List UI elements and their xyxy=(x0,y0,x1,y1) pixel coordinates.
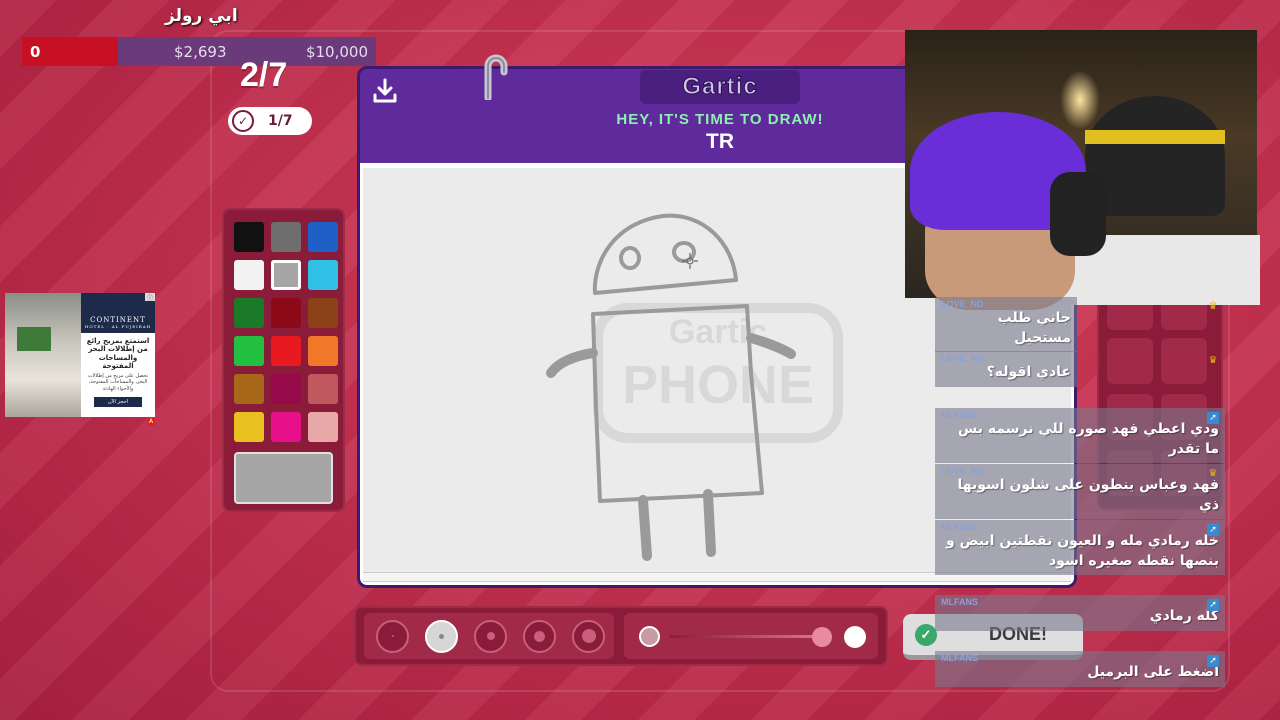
chat-username[interactable]: LOVE_ND xyxy=(941,299,1071,309)
players-done-counter: ✓ 1/7 xyxy=(228,107,312,135)
color-swatch[interactable] xyxy=(234,222,264,252)
chat-message: LOVE_ND جاني طلب مستحيل ♛ xyxy=(935,297,1217,353)
chat-text: جاني طلب مستحيل xyxy=(997,310,1071,346)
current-color-swatch[interactable] xyxy=(234,452,333,504)
color-palette xyxy=(222,208,345,512)
color-swatch[interactable] xyxy=(234,260,264,290)
binder-ring-icon xyxy=(478,50,510,102)
color-swatch[interactable] xyxy=(271,260,301,290)
streamer-name: ابي رولز xyxy=(165,6,238,26)
ad-logo: CONTINENT HOTEL · AL FUJEIRAH xyxy=(81,293,155,333)
crown-icon: ♛ xyxy=(1208,468,1218,479)
check-icon: ✓ xyxy=(915,623,937,646)
color-swatch[interactable] xyxy=(234,374,264,404)
chat-message: MLFANS خله رمادي مله و العيون نقطتين ابيض… xyxy=(935,520,1225,576)
subscriber-icon: ➚ xyxy=(1207,655,1219,667)
ad-photo xyxy=(5,293,81,417)
chat-message: MLFANS كله رمادي ➚ xyxy=(935,595,1225,631)
brush-size-button[interactable] xyxy=(523,619,556,653)
crown-icon: ♛ xyxy=(1208,355,1218,366)
brush-size-dot xyxy=(581,629,596,643)
chat-message: LOVE_ND فهد وعباس ينطون على شلون اسويها ذ… xyxy=(935,464,1225,520)
brush-size-button[interactable] xyxy=(425,619,458,653)
chat-message: MLFANS ودي اعطي فهد صوره للي نرسمه بس ما … xyxy=(935,408,1225,464)
color-swatch[interactable] xyxy=(308,222,338,252)
subscriber-icon: ➚ xyxy=(1207,599,1219,611)
color-swatch[interactable] xyxy=(308,336,338,366)
brush-size-picker xyxy=(364,613,614,659)
sidebar-ad[interactable]: CONTINENT HOTEL · AL FUJEIRAH استمتع بمز… xyxy=(5,293,155,417)
opacity-max-icon[interactable] xyxy=(844,626,866,648)
ad-badge: A xyxy=(147,418,155,426)
webcam-helmet-stripe xyxy=(1085,130,1225,144)
watermark-top: Gartic xyxy=(669,313,767,351)
chat-text: فهد وعباس ينطون على شلون اسويها ذي xyxy=(957,477,1219,513)
round-counter: 2/7 xyxy=(240,56,288,94)
brush-size-dot xyxy=(391,635,394,637)
color-swatch[interactable] xyxy=(271,336,301,366)
brush-size-button[interactable] xyxy=(474,619,507,653)
webcam-headphones xyxy=(1050,172,1106,256)
download-icon[interactable] xyxy=(370,76,404,106)
brush-size-button[interactable] xyxy=(376,619,409,653)
brush-size-dot xyxy=(534,630,545,642)
chat-username[interactable]: MLFANS xyxy=(941,597,1219,607)
color-swatch[interactable] xyxy=(271,298,301,328)
draw-word: TR xyxy=(706,130,734,153)
ad-info-icon[interactable]: ⓘ xyxy=(145,293,155,302)
brush-size-dot xyxy=(486,632,495,640)
ad-body: تحصل على مزيج من إطلالات البحر، والمساحا… xyxy=(87,372,149,392)
chat-username[interactable]: MLFANS xyxy=(941,522,1219,532)
donation-goal-bar: 0 $2,693 $10,000 xyxy=(22,37,376,66)
chat-text: ودي اعطي فهد صوره للي نرسمه بس ما تقدر xyxy=(957,421,1219,457)
opacity-slider-track[interactable] xyxy=(670,635,830,638)
chat-text: خله رمادي مله و العيون نقطتين ابيض و بنص… xyxy=(946,533,1219,569)
ad-headline: استمتع بمزيج رائع من إطلالات البحر والمس… xyxy=(86,337,150,371)
color-swatch[interactable] xyxy=(271,374,301,404)
color-swatch[interactable] xyxy=(271,412,301,442)
webcam-background-helmet xyxy=(1085,96,1225,216)
ad-cta-button[interactable]: احجز الآن xyxy=(94,397,142,408)
swatch-grid xyxy=(234,222,338,442)
ad-brand: CONTINENT xyxy=(90,316,146,324)
brush-size-button[interactable] xyxy=(572,619,605,653)
chat-username[interactable]: MLFANS xyxy=(941,410,1219,420)
color-swatch[interactable] xyxy=(308,260,338,290)
chat-text: اضغط على البرميل xyxy=(1087,664,1219,680)
color-swatch[interactable] xyxy=(234,298,264,328)
chat-message: MLFANS اضغط على البرميل ➚ xyxy=(935,651,1225,687)
opacity-slider-handle[interactable] xyxy=(812,627,832,647)
goal-start-label: 0 xyxy=(30,42,41,61)
color-swatch[interactable] xyxy=(308,298,338,328)
crown-icon: ♛ xyxy=(1208,301,1218,312)
draw-prompt: HEY, IT'S TIME TO DRAW! xyxy=(616,111,824,128)
webcam-light xyxy=(1060,70,1100,130)
color-swatch[interactable] xyxy=(308,374,338,404)
players-done-label: 1/7 xyxy=(268,113,293,129)
color-swatch[interactable] xyxy=(234,336,264,366)
goal-current-label: $2,693 xyxy=(174,42,227,61)
chat-message: LOVE_ND عادي اقوله؟ ♛ xyxy=(935,351,1217,387)
chat-overlay: LOVE_ND جاني طلب مستحيل ♛ LOVE_ND عادي اقوله… xyxy=(935,297,1225,700)
chat-username[interactable]: MLFANS xyxy=(941,653,1219,663)
opacity-min-icon[interactable] xyxy=(639,626,660,647)
subscriber-icon: ➚ xyxy=(1207,524,1219,536)
watermark-bottom: PHONE xyxy=(622,355,814,415)
check-icon: ✓ xyxy=(232,110,254,132)
chat-username[interactable]: LOVE_ND xyxy=(941,353,1071,363)
color-swatch[interactable] xyxy=(271,222,301,252)
brush-size-dot xyxy=(439,633,444,639)
color-swatch[interactable] xyxy=(234,412,264,442)
color-swatch[interactable] xyxy=(308,412,338,442)
gartic-logo: Gartic xyxy=(640,70,800,104)
chat-text: عادي اقوله؟ xyxy=(986,364,1071,380)
goal-target-label: $10,000 xyxy=(305,42,368,61)
chat-text: كله رمادي xyxy=(1149,608,1219,624)
subscriber-icon: ➚ xyxy=(1207,412,1219,424)
watermark: Gartic PHONE xyxy=(593,303,843,443)
ad-content: CONTINENT HOTEL · AL FUJEIRAH استمتع بمز… xyxy=(81,293,155,417)
ad-brand-sub: HOTEL · AL FUJEIRAH xyxy=(84,324,152,329)
chat-username[interactable]: LOVE_ND xyxy=(941,466,1219,476)
